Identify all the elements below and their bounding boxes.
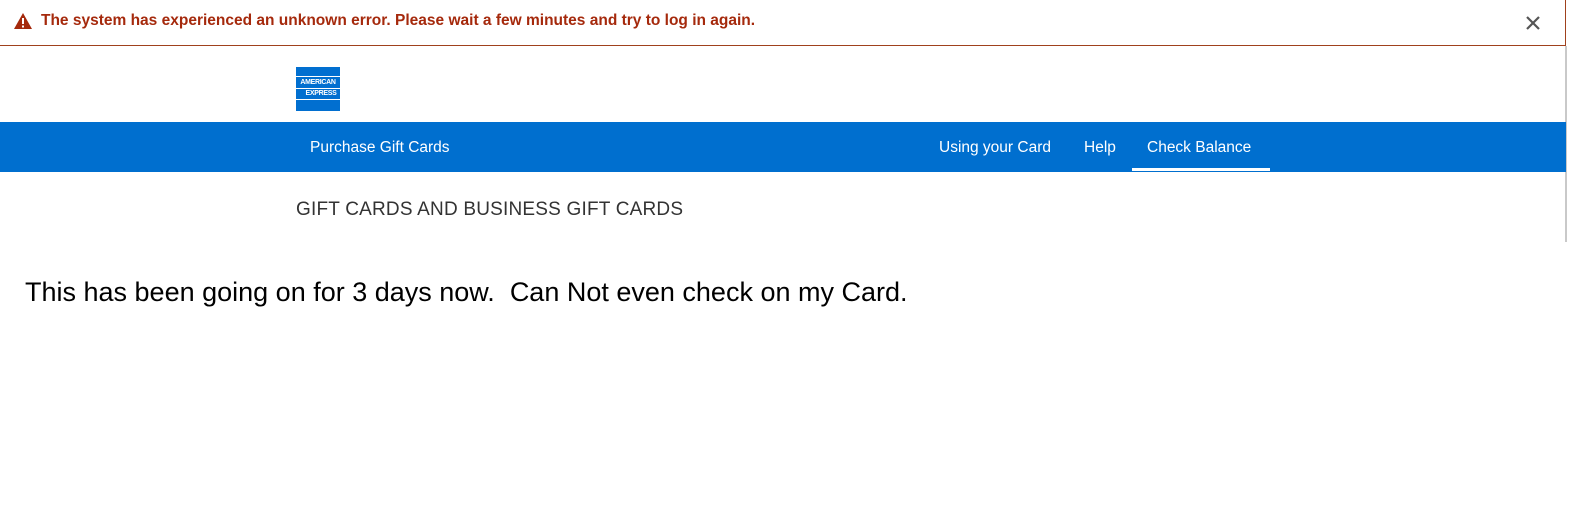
nav-active-indicator xyxy=(1132,168,1270,171)
error-message: The system has experienced an unknown er… xyxy=(41,12,756,29)
warning-triangle-icon xyxy=(13,12,33,30)
nav-check-balance[interactable]: Check Balance xyxy=(1147,122,1251,172)
logo-text-line-2: EXPRESS xyxy=(305,90,337,97)
error-banner: The system has experienced an unknown er… xyxy=(0,0,1566,46)
logo-stripe xyxy=(296,76,340,77)
nav-using-your-card[interactable]: Using your Card xyxy=(939,122,1051,172)
main-nav: Purchase Gift Cards Using your Card Help… xyxy=(0,122,1566,172)
logo-text-line-1: AMERICAN xyxy=(300,79,336,86)
page-title: GIFT CARDS AND BUSINESS GIFT CARDS xyxy=(296,199,684,220)
nav-help[interactable]: Help xyxy=(1084,122,1116,172)
logo-stripe xyxy=(296,99,340,100)
close-icon[interactable] xyxy=(1522,12,1544,34)
nav-purchase-gift-cards[interactable]: Purchase Gift Cards xyxy=(310,122,450,172)
logo-stripe xyxy=(296,88,340,89)
user-comment-text: This has been going on for 3 days now. C… xyxy=(25,277,908,307)
amex-logo[interactable]: AMERICAN EXPRESS xyxy=(296,67,340,111)
page: The system has experienced an unknown er… xyxy=(0,0,1578,532)
